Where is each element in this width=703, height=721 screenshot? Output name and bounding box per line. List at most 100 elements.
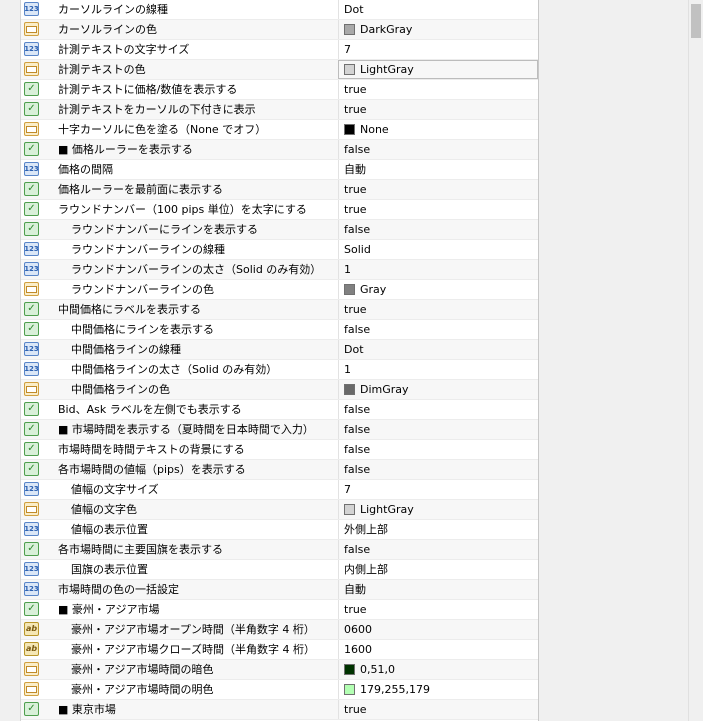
property-value[interactable]: DimGray [338, 380, 538, 399]
property-value[interactable]: 7 [338, 480, 538, 499]
property-value-text: 0,51,0 [360, 663, 395, 676]
property-value[interactable]: 0600 [338, 620, 538, 639]
property-value[interactable]: false [338, 140, 538, 159]
property-row[interactable]: 十字カーソルに色を塗る（None でオフ） None [21, 120, 538, 140]
property-label: 計測テキストに価格/数値を表示する [58, 83, 238, 96]
property-row[interactable]: ✓ 計測テキストに価格/数値を表示する true [21, 80, 538, 100]
property-label: ラウンドナンバーにラインを表示する [71, 223, 258, 236]
property-row[interactable]: ✓ 中間価格にラインを表示する false [21, 320, 538, 340]
property-value-text: false [344, 143, 371, 156]
property-value[interactable]: false [338, 320, 538, 339]
property-row[interactable]: 計測テキストの色 LightGray [21, 60, 538, 80]
property-row[interactable]: 123 値幅の文字サイズ 7 [21, 480, 538, 500]
property-row[interactable]: ✓ ■ 豪州・アジア市場 true [21, 600, 538, 620]
property-row[interactable]: ab 豪州・アジア市場クローズ時間（半角数字 4 桁） 1600 [21, 640, 538, 660]
property-value[interactable]: true [338, 200, 538, 219]
property-row[interactable]: 123 ラウンドナンバーラインの太さ（Solid のみ有効） 1 [21, 260, 538, 280]
property-row[interactable]: ✓ 価格ルーラーを最前面に表示する true [21, 180, 538, 200]
scrollbar-thumb[interactable] [691, 4, 701, 38]
property-value[interactable]: Gray [338, 280, 538, 299]
property-row[interactable]: ✓ 各市場時間の値幅（pips）を表示する false [21, 460, 538, 480]
property-row[interactable]: 123 計測テキストの文字サイズ 7 [21, 40, 538, 60]
property-row[interactable]: ラウンドナンバーラインの色 Gray [21, 280, 538, 300]
property-value[interactable]: None [338, 120, 538, 139]
property-value-text: false [344, 463, 371, 476]
text-icon: ab [24, 622, 39, 636]
property-row[interactable]: 123 国旗の表示位置 内側上部 [21, 560, 538, 580]
property-label: 豪州・アジア市場オープン時間（半角数字 4 桁） [71, 623, 315, 636]
property-value-text: true [344, 183, 367, 196]
color-swatch [344, 504, 355, 515]
checkbox-value-icon: ✓ [24, 302, 39, 316]
property-row[interactable]: 123 カーソルラインの線種 Dot [21, 0, 538, 20]
property-row[interactable]: ✓ 市場時間を時間テキストの背景にする false [21, 440, 538, 460]
property-value[interactable]: false [338, 220, 538, 239]
property-value-text: 自動 [344, 583, 366, 596]
property-label: 中間価格にラインを表示する [71, 323, 214, 336]
property-row[interactable]: ✓ 計測テキストをカーソルの下付きに表示 true [21, 100, 538, 120]
property-row[interactable]: ab 豪州・アジア市場オープン時間（半角数字 4 桁） 0600 [21, 620, 538, 640]
property-value[interactable]: true [338, 700, 538, 719]
property-row[interactable]: ✓ ■ 東京市場 true [21, 700, 538, 720]
property-value[interactable]: Dot [338, 0, 538, 19]
property-value[interactable]: 自動 [338, 160, 538, 179]
property-label: 値幅の表示位置 [71, 523, 148, 536]
property-row[interactable]: 豪州・アジア市場時間の暗色 0,51,0 [21, 660, 538, 680]
color-swatch [344, 24, 355, 35]
property-value[interactable]: false [338, 400, 538, 419]
property-value[interactable]: true [338, 100, 538, 119]
number-icon: 123 [24, 242, 39, 256]
property-row[interactable]: 中間価格ラインの色 DimGray [21, 380, 538, 400]
property-value-text: 1 [344, 263, 351, 276]
property-value[interactable]: true [338, 180, 538, 199]
property-value[interactable]: 1 [338, 360, 538, 379]
property-row[interactable]: ✓ ■ 価格ルーラーを表示する false [21, 140, 538, 160]
property-value[interactable]: 179,255,179 [338, 680, 538, 699]
property-value[interactable]: 自動 [338, 580, 538, 599]
property-row[interactable]: 123 中間価格ラインの線種 Dot [21, 340, 538, 360]
number-icon: 123 [24, 522, 39, 536]
number-icon: 123 [24, 342, 39, 356]
property-value[interactable]: DarkGray [338, 20, 538, 39]
property-value[interactable]: Dot [338, 340, 538, 359]
property-value[interactable]: 0,51,0 [338, 660, 538, 679]
property-value[interactable]: LightGray [338, 500, 538, 519]
property-value[interactable]: 1600 [338, 640, 538, 659]
vertical-scrollbar[interactable] [688, 0, 703, 721]
property-value[interactable]: 1 [338, 260, 538, 279]
property-row[interactable]: ✓ 各市場時間に主要国旗を表示する false [21, 540, 538, 560]
property-value[interactable]: 内側上部 [338, 560, 538, 579]
property-row[interactable]: 123 中間価格ラインの太さ（Solid のみ有効） 1 [21, 360, 538, 380]
property-label: ■ 市場時間を表示する（夏時間を日本時間で入力） [58, 423, 314, 436]
property-value[interactable]: true [338, 600, 538, 619]
property-value[interactable]: Solid [338, 240, 538, 259]
text-icon: ab [24, 642, 39, 656]
property-row[interactable]: 123 価格の間隔 自動 [21, 160, 538, 180]
property-value-text: true [344, 103, 367, 116]
property-value-text: 0600 [344, 623, 372, 636]
property-row[interactable]: ✓ ラウンドナンバー（100 pips 単位）を太字にする true [21, 200, 538, 220]
property-value[interactable]: false [338, 460, 538, 479]
property-value[interactable]: 外側上部 [338, 520, 538, 539]
property-row[interactable]: 豪州・アジア市場時間の明色 179,255,179 [21, 680, 538, 700]
property-row[interactable]: ✓ ■ 市場時間を表示する（夏時間を日本時間で入力） false [21, 420, 538, 440]
checkbox-value-icon: ✓ [24, 702, 39, 716]
property-row[interactable]: カーソルラインの色 DarkGray [21, 20, 538, 40]
property-label: カーソルラインの色 [58, 23, 157, 36]
property-value[interactable]: false [338, 540, 538, 559]
property-row[interactable]: 123 ラウンドナンバーラインの線種 Solid [21, 240, 538, 260]
property-value[interactable]: false [338, 420, 538, 439]
property-row[interactable]: ✓ 中間価格にラベルを表示する true [21, 300, 538, 320]
property-value[interactable]: true [338, 300, 538, 319]
property-value[interactable]: 7 [338, 40, 538, 59]
property-value[interactable]: true [338, 80, 538, 99]
property-label: 豪州・アジア市場時間の暗色 [71, 663, 214, 676]
property-row[interactable]: 値幅の文字色 LightGray [21, 500, 538, 520]
property-row[interactable]: ✓ Bid、Ask ラベルを左側でも表示する false [21, 400, 538, 420]
property-value[interactable]: false [338, 440, 538, 459]
property-value[interactable]: LightGray [338, 60, 538, 79]
property-row[interactable]: 123 市場時間の色の一括設定 自動 [21, 580, 538, 600]
color-icon [24, 502, 39, 516]
property-row[interactable]: ✓ ラウンドナンバーにラインを表示する false [21, 220, 538, 240]
property-row[interactable]: 123 値幅の表示位置 外側上部 [21, 520, 538, 540]
